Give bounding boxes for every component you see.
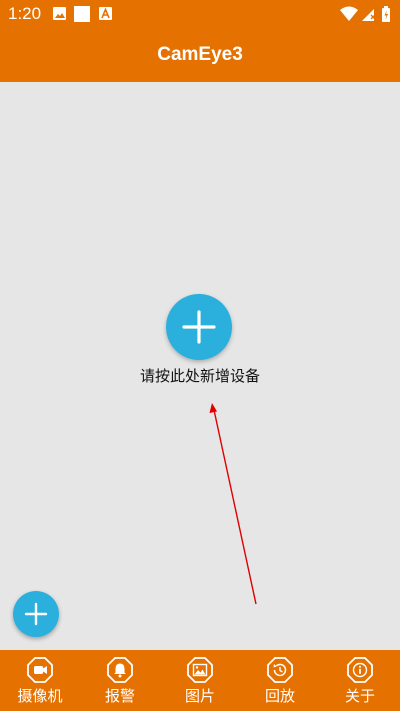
app-title: CamEye3 <box>157 44 243 65</box>
square-icon <box>74 6 90 22</box>
nav-item-camera[interactable]: 摄像机 <box>0 650 80 711</box>
annotation-arrow <box>209 403 257 605</box>
camera-icon <box>27 657 53 683</box>
nav-item-playback[interactable]: 回放 <box>240 650 320 711</box>
signal-icon <box>362 9 376 21</box>
add-fab-button[interactable] <box>13 591 59 637</box>
wifi-icon <box>340 6 358 21</box>
bottom-nav: 摄像机 报警 图片 回放 关于 <box>0 650 400 711</box>
image-icon <box>53 7 66 20</box>
status-time: 1:20 <box>8 4 42 23</box>
nav-label: 回放 <box>264 687 295 705</box>
nav-label: 图片 <box>184 687 215 705</box>
app-bar: CamEye3 <box>0 28 400 82</box>
battery-icon <box>382 6 390 22</box>
nav-label: 报警 <box>104 687 135 705</box>
device-list-area: 请按此处新增设备 <box>0 82 400 650</box>
nav-item-alarm[interactable]: 报警 <box>80 650 160 711</box>
bell-icon <box>107 657 133 683</box>
status-bar: 1:20 <box>0 0 400 28</box>
nav-label: 摄像机 <box>17 687 63 705</box>
a-badge-icon <box>99 7 112 20</box>
status-notification-icons <box>52 5 122 23</box>
playback-icon <box>267 657 293 683</box>
info-icon <box>347 657 373 683</box>
status-system-icons <box>340 5 392 23</box>
picture-icon <box>187 657 213 683</box>
nav-item-about[interactable]: 关于 <box>320 650 400 711</box>
nav-label: 关于 <box>344 687 375 705</box>
nav-item-pictures[interactable]: 图片 <box>160 650 240 711</box>
plus-icon <box>24 602 48 626</box>
